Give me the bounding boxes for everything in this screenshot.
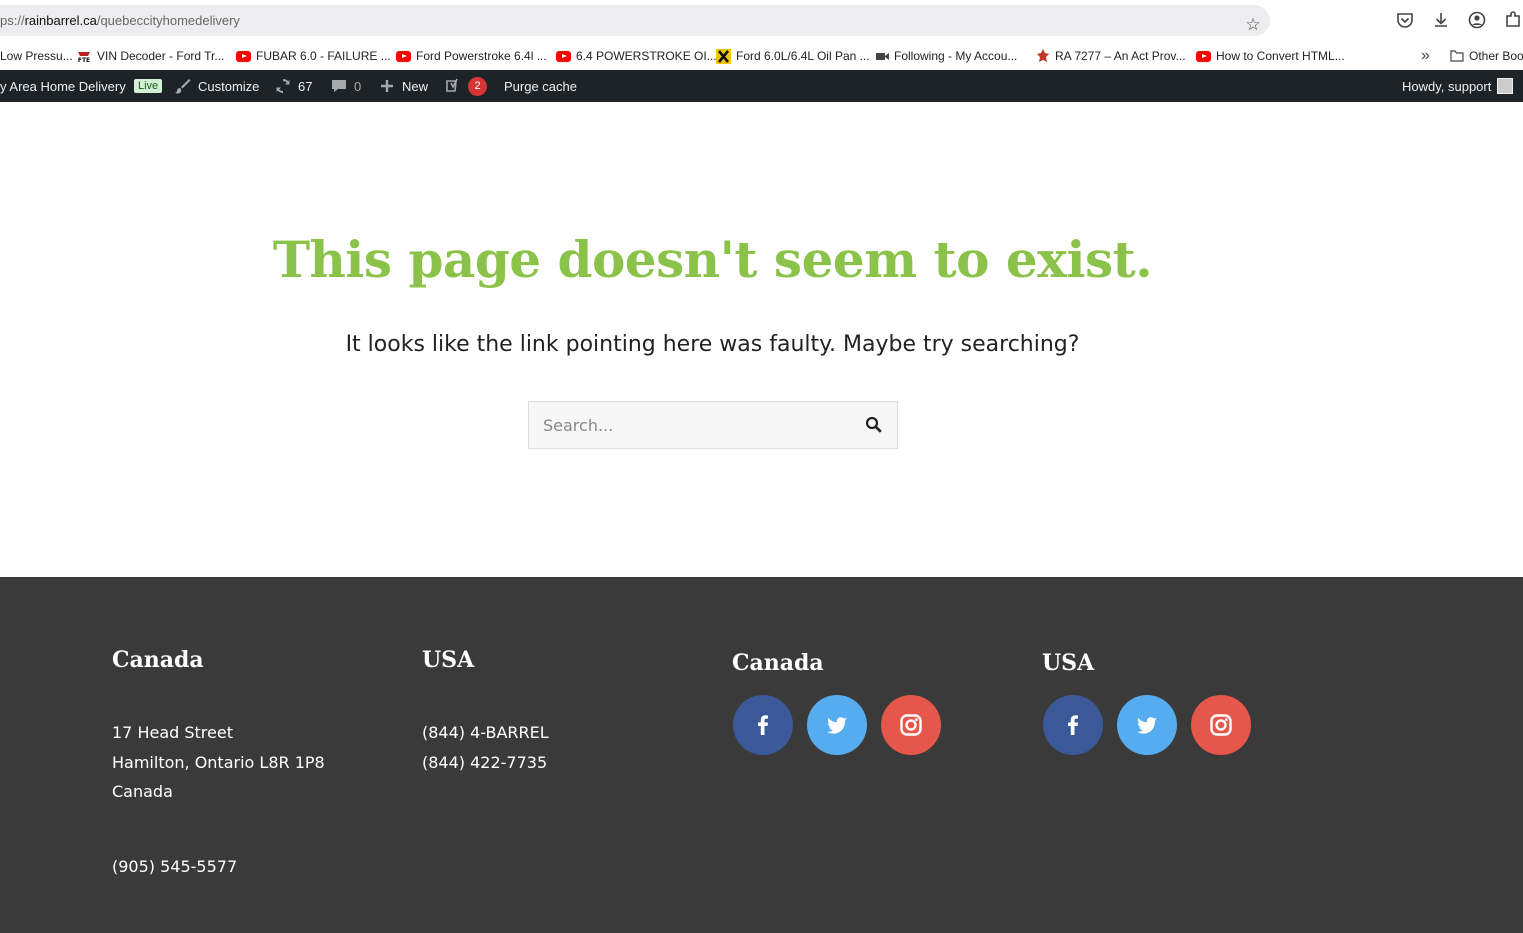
url-text: ps://rainbarrel.ca/quebeccityhomedeliver… bbox=[0, 13, 240, 28]
bookmark-item[interactable]: Ford Powerstroke 6.4l ... bbox=[396, 48, 547, 64]
admin-site-name[interactable]: y Area Home Delivery bbox=[0, 70, 126, 102]
folder-icon bbox=[1450, 50, 1464, 62]
youtube-icon bbox=[556, 50, 571, 62]
address-line: 17 Head Street bbox=[112, 723, 233, 742]
bookmark-item[interactable]: Ford 6.0L/6.4L Oil Pan ... bbox=[716, 48, 870, 64]
admin-updates[interactable]: 67 bbox=[274, 70, 312, 102]
updates-icon bbox=[276, 78, 290, 94]
instagram-icon bbox=[900, 714, 922, 736]
bookmark-item[interactable]: How to Convert HTML... bbox=[1196, 48, 1345, 64]
instagram-usa-button[interactable] bbox=[1191, 695, 1251, 755]
page-subtitle: It looks like the link pointing here was… bbox=[345, 332, 1080, 357]
facebook-usa-button[interactable] bbox=[1043, 695, 1103, 755]
admin-new[interactable]: New bbox=[378, 70, 428, 102]
camera-icon bbox=[876, 52, 889, 60]
yoast-icon bbox=[446, 78, 458, 92]
youtube-icon bbox=[236, 50, 251, 62]
admin-comments[interactable]: 0 bbox=[330, 70, 361, 102]
instagram-canada-button[interactable] bbox=[881, 695, 941, 755]
search-form bbox=[528, 401, 898, 449]
account-icon[interactable] bbox=[1467, 10, 1487, 30]
pocket-icon[interactable] bbox=[1395, 10, 1415, 30]
facebook-canada-button[interactable] bbox=[733, 695, 793, 755]
bookmark-item[interactable]: Low Pressu... bbox=[0, 48, 73, 64]
wp-admin-bar: y Area Home Delivery Live Customize 67 0… bbox=[0, 70, 1523, 102]
search-icon[interactable] bbox=[865, 416, 883, 434]
plus-icon bbox=[381, 80, 393, 92]
extensions-icon[interactable] bbox=[1503, 10, 1523, 30]
bookmark-item[interactable]: Following - My Accou... bbox=[876, 48, 1017, 64]
avatar bbox=[1497, 78, 1514, 94]
bookmark-item[interactable]: RA 7277 – An Act Prov... bbox=[1036, 48, 1186, 64]
admin-account[interactable]: Howdy, support bbox=[1402, 70, 1514, 102]
facebook-icon bbox=[758, 715, 768, 735]
page-title: This page doesn't seem to exist. bbox=[272, 230, 1153, 289]
search-input[interactable] bbox=[529, 402, 849, 448]
canada-phone[interactable]: (905) 545-5577 bbox=[112, 857, 237, 876]
address-line: Hamilton, Ontario L8R 1P8 bbox=[112, 753, 325, 772]
youtube-icon bbox=[396, 50, 411, 62]
bookmarks-bar: Low Pressu... FTE VIN Decoder - Ford Tr.… bbox=[0, 42, 1523, 70]
paintbrush-icon bbox=[175, 79, 191, 94]
usa-phone[interactable]: (844) 4-BARREL bbox=[422, 723, 549, 742]
fte-icon: FTE bbox=[76, 49, 92, 63]
x-icon bbox=[716, 48, 731, 64]
download-icon[interactable] bbox=[1431, 10, 1451, 30]
ra-icon bbox=[1037, 49, 1049, 62]
instagram-icon bbox=[1210, 714, 1232, 736]
site-footer: Canada 17 Head Street Hamilton, Ontario … bbox=[0, 577, 1523, 933]
browser-toolbar: ps://rainbarrel.ca/quebeccityhomedeliver… bbox=[0, 0, 1523, 42]
footer-canada-heading: Canada bbox=[112, 647, 204, 673]
facebook-icon bbox=[1068, 715, 1078, 735]
comment-icon bbox=[332, 80, 346, 92]
bookmark-item[interactable]: FUBAR 6.0 - FAILURE ... bbox=[236, 48, 391, 64]
twitter-usa-button[interactable] bbox=[1117, 695, 1177, 755]
bookmark-item[interactable]: FTE VIN Decoder - Ford Tr... bbox=[76, 48, 224, 64]
yoast-count-badge: 2 bbox=[468, 76, 487, 96]
footer-usa-heading: USA bbox=[422, 647, 475, 673]
other-bookmarks[interactable]: Other Boo bbox=[1450, 48, 1523, 64]
usa-phone[interactable]: (844) 422-7735 bbox=[422, 753, 547, 772]
svg-text:FTE: FTE bbox=[78, 57, 90, 63]
footer-usa-social-heading: USA bbox=[1042, 650, 1095, 676]
admin-purge-cache[interactable]: Purge cache bbox=[504, 70, 577, 102]
youtube-icon bbox=[1196, 50, 1211, 62]
bookmarks-overflow-chevron-icon[interactable]: » bbox=[1421, 47, 1430, 64]
live-badge: Live bbox=[134, 70, 163, 102]
admin-customize[interactable]: Customize bbox=[174, 70, 259, 102]
address-line: Canada bbox=[112, 782, 173, 801]
twitter-icon bbox=[1137, 717, 1157, 734]
admin-yoast[interactable]: 2 bbox=[444, 70, 487, 102]
twitter-icon bbox=[827, 717, 847, 734]
url-bar[interactable]: ps://rainbarrel.ca/quebeccityhomedeliver… bbox=[0, 5, 1270, 36]
bookmark-star-icon[interactable]: ☆ bbox=[1243, 15, 1263, 35]
twitter-canada-button[interactable] bbox=[807, 695, 867, 755]
main-content: This page doesn't seem to exist. It look… bbox=[0, 102, 1523, 577]
footer-canada-social-heading: Canada bbox=[732, 650, 824, 676]
bookmark-item[interactable]: 6.4 POWERSTROKE OI... bbox=[556, 48, 717, 64]
